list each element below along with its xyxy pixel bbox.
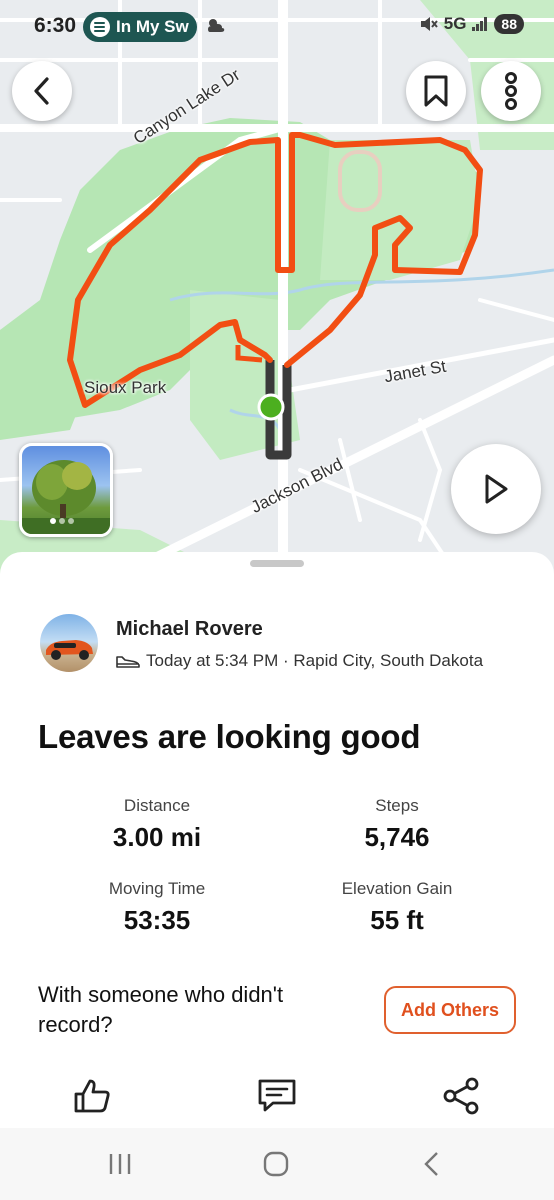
car-photo: [46, 640, 93, 660]
shoe-icon: [116, 656, 140, 668]
stat-moving-time-label: Moving Time: [108, 879, 206, 898]
avatar[interactable]: [40, 614, 98, 672]
media-pill-label: In My Sw: [116, 17, 189, 36]
status-bar: 6:30 In My Sw 5G 88: [0, 0, 554, 54]
activity-title: Leaves are looking good: [38, 718, 421, 755]
sheet-handle[interactable]: [250, 560, 304, 567]
stat-distance-value: 3.00 mi: [112, 822, 202, 852]
stat-elevation-gain: Elevation Gain 55 ft: [297, 879, 497, 936]
back-icon: [424, 1152, 438, 1176]
activity-sheet: Michael Rovere Today at 5:34 PM · Rapid …: [0, 552, 554, 1158]
bookmark-icon: [424, 75, 448, 107]
share-icon: [443, 1077, 479, 1115]
activity-meta-text: Today at 5:34 PM · Rapid City, South Dak…: [146, 651, 484, 670]
comment-icon: [258, 1079, 296, 1112]
recents-icon: [109, 1154, 131, 1174]
mute-icon: [420, 17, 438, 31]
status-right: 5G 88: [420, 14, 524, 34]
comment-button[interactable]: [255, 1074, 299, 1118]
nav-recents-button[interactable]: [100, 1146, 140, 1182]
more-button[interactable]: [481, 61, 541, 121]
nav-back-button[interactable]: [412, 1146, 452, 1182]
share-button[interactable]: [439, 1074, 483, 1118]
signal-icon: [472, 17, 488, 31]
status-time: 6:30: [34, 14, 77, 37]
chevron-left-icon: [34, 77, 49, 105]
activity-meta: Today at 5:34 PM · Rapid City, South Dak…: [116, 651, 483, 671]
vertical-dots-icon: [505, 72, 517, 110]
photo-pager: [50, 518, 74, 524]
nav-home-button[interactable]: [256, 1146, 296, 1182]
home-icon: [263, 1151, 289, 1177]
battery-level: 88: [494, 14, 524, 34]
kudos-button[interactable]: [70, 1074, 114, 1118]
play-flyover-button[interactable]: [451, 444, 541, 534]
stat-steps-label: Steps: [375, 796, 419, 815]
media-pill[interactable]: In My Sw: [83, 12, 197, 42]
stat-moving-time: Moving Time 53:35: [57, 879, 257, 936]
stat-distance-label: Distance: [123, 796, 191, 815]
add-others-prompt: With someone who didn't record?: [38, 982, 284, 1037]
stat-distance: Distance 3.00 mi: [57, 796, 257, 853]
play-icon: [485, 474, 508, 504]
stat-elevation-gain-value: 55 ft: [370, 905, 424, 935]
back-button[interactable]: [12, 61, 72, 121]
stat-moving-time-value: 53:35: [123, 905, 191, 935]
start-marker: [257, 393, 285, 421]
bookmark-button[interactable]: [406, 61, 466, 121]
activity-photo-thumbnail[interactable]: [19, 443, 113, 537]
system-nav-bar: [0, 1128, 554, 1200]
weather-icon: [208, 19, 225, 32]
map-label-sioux-park: Sioux Park: [84, 378, 167, 397]
network-label: 5G: [443, 14, 467, 33]
stat-steps: Steps 5,746: [297, 796, 497, 853]
stat-steps-value: 5,746: [364, 822, 430, 852]
spotify-icon: [90, 17, 110, 37]
thumbs-up-icon: [74, 1079, 110, 1113]
stat-elevation-gain-label: Elevation Gain: [341, 879, 453, 898]
athlete-name[interactable]: Michael Rovere: [116, 618, 263, 641]
add-others-button[interactable]: Add Others: [384, 986, 516, 1034]
